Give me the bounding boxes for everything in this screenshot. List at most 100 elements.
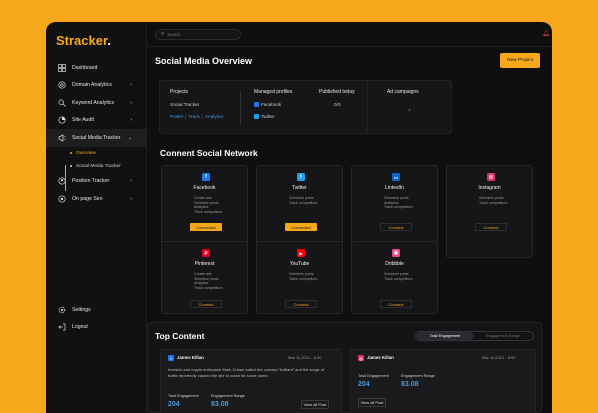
new-project-button[interactable]: New Project xyxy=(500,53,540,68)
total-engagement-value: 204 xyxy=(168,401,180,408)
sidebar-nav: Dashboard Domain Analytics › Keyword Ana… xyxy=(46,59,146,208)
facebook-icon xyxy=(254,102,259,108)
connect-button[interactable]: Connect xyxy=(380,300,412,308)
post-card: ◎ James Killan Mar 11,2021 - 6:00 Total … xyxy=(350,349,536,413)
connect-button[interactable]: Connect xyxy=(475,223,507,231)
sidebar-item-label: On page Seo xyxy=(72,195,103,202)
connected-button[interactable]: Connected xyxy=(190,223,222,231)
chevron-right-icon: › xyxy=(130,178,132,185)
card-name: Facebook xyxy=(193,185,216,191)
grid-icon xyxy=(58,63,66,72)
published-today-value: 0/0 xyxy=(334,102,341,107)
post-date: Mar 11,2021 - 6:00 xyxy=(288,355,322,360)
connect-button[interactable]: Connect xyxy=(190,300,222,308)
facebook-icon: f xyxy=(202,173,210,181)
engagement-tabs: Total Engagement Engagement Range xyxy=(414,331,534,341)
chevron-right-icon: › xyxy=(130,195,132,202)
poster-link[interactable]: Poster xyxy=(170,114,183,119)
post-body: Investor and crypto enthusiast Mark Cuba… xyxy=(168,367,325,378)
instagram-icon: ◎ xyxy=(487,173,495,181)
profile-twitter[interactable]: Twitter xyxy=(254,114,275,120)
sidebar-item-on-page-seo[interactable]: On page Seo › xyxy=(46,190,146,208)
feature-list: Schedule posts Track competitors xyxy=(289,272,317,281)
linkedin-icon: in xyxy=(392,173,400,181)
connected-button[interactable]: Connected xyxy=(285,223,317,231)
total-engagement-label: Total Engagement xyxy=(358,374,389,378)
profile-label: Twitter xyxy=(261,114,275,119)
divider xyxy=(240,91,241,125)
page-seo-icon xyxy=(58,195,66,203)
feature-list: Create ads Schedule posts Analytics Trac… xyxy=(194,196,222,214)
total-engagement-value: 204 xyxy=(358,381,370,388)
sidebar-item-logout[interactable]: Logout xyxy=(46,319,146,337)
sidebar-item-dashboard[interactable]: Dashboard xyxy=(46,59,146,77)
feature-item: Schedule posts xyxy=(289,272,314,276)
ad-campaigns-value: 7 xyxy=(408,108,411,113)
megaphone-icon xyxy=(58,134,66,142)
sidebar-item-label: Settings xyxy=(72,306,91,313)
feature-item: Schedule posts xyxy=(384,196,409,200)
post-card: f James Killan Mar 11,2021 - 6:00 Invest… xyxy=(160,349,342,413)
profile-facebook[interactable]: Facebook xyxy=(254,102,282,108)
page-title: Social Media Overview xyxy=(155,56,253,66)
subnav-indicator xyxy=(65,165,66,191)
feature-list: Schedule posts Analytics Track competito… xyxy=(384,196,412,210)
sidebar-subitem-overview[interactable]: Overview xyxy=(46,147,146,160)
main-content: ⚲ Search 🔔︎ Social Media Overview New Pr… xyxy=(147,22,552,413)
sidebar-item-label: Site Audit xyxy=(72,117,94,124)
top-content-panel: Top Content Total Engagement Engagement … xyxy=(147,322,542,413)
sidebar-item-social-media-tracker[interactable]: Social Media Tracker ⌄ xyxy=(46,129,146,147)
globe-icon xyxy=(58,81,66,89)
managed-profiles-label: Managed profiles xyxy=(254,89,293,95)
card-instagram: ◎ Instagram Schedule posts Track competi… xyxy=(446,165,533,258)
logout-icon xyxy=(58,323,66,331)
pinterest-icon: p xyxy=(202,249,210,257)
sidebar-subitem-label: Overview xyxy=(76,150,96,156)
tab-total-engagement[interactable]: Total Engagement xyxy=(416,332,474,340)
tab-engagement-range[interactable]: Engagement Range xyxy=(474,332,532,340)
sidebar-item-site-audit[interactable]: Site Audit › xyxy=(46,112,146,130)
top-content-title: Top Content xyxy=(155,331,205,341)
twitter-icon xyxy=(254,114,259,120)
sidebar-item-domain-analytics[interactable]: Domain Analytics › xyxy=(46,77,146,95)
card-name: LinkedIn xyxy=(385,185,404,191)
connect-button[interactable]: Connect xyxy=(380,223,412,231)
view-all-post-button[interactable]: View all Post xyxy=(358,398,386,407)
brand-logo[interactable]: Stracker. xyxy=(56,33,111,48)
sidebar-bottom: Settings Logout xyxy=(46,301,146,336)
top-bar: ⚲ Search xyxy=(147,22,552,47)
track-link[interactable]: Track xyxy=(188,114,199,119)
feature-item: Track competitors xyxy=(194,209,223,214)
notification-bell-icon[interactable]: 🔔︎ xyxy=(542,30,550,37)
sidebar-item-label: Social Media Tracker xyxy=(72,134,121,141)
sidebar-item-label: Logout xyxy=(72,324,88,331)
published-today-label: Published today xyxy=(319,89,355,95)
profile-label: Facebook xyxy=(261,102,282,107)
feature-item: Schedule posts xyxy=(479,196,504,200)
connect-button[interactable]: Connect xyxy=(285,300,317,308)
feature-item: Track competitors xyxy=(479,200,508,205)
sidebar-item-label: Position Tracker xyxy=(72,178,110,185)
card-name: Pinterest xyxy=(194,261,215,267)
feature-item: Schedule posts xyxy=(384,272,409,276)
search-icon: ⚲ xyxy=(161,31,165,36)
view-all-post-button[interactable]: View all Post xyxy=(301,400,329,409)
sidebar-item-keyword-analytics[interactable]: Keyword Analytics › xyxy=(46,94,146,112)
feature-item: Track competitors xyxy=(289,200,318,205)
engagement-range-value: 83.08 xyxy=(401,381,419,388)
engagement-range-label: Engagement Range xyxy=(401,374,435,378)
sidebar-item-position-tracker[interactable]: Position Tracker › xyxy=(46,173,146,191)
chevron-right-icon: › xyxy=(130,117,132,124)
project-name: Social Tracker xyxy=(170,102,200,107)
analytics-link[interactable]: Analytics xyxy=(205,114,223,119)
sidebar-item-settings[interactable]: Settings xyxy=(46,301,146,319)
post-author: James Killan xyxy=(367,355,394,360)
card-dribbble: ◉ Dribbble Schedule posts Track competit… xyxy=(351,241,438,314)
search-input[interactable]: ⚲ Search xyxy=(155,28,241,40)
youtube-icon: ▶ xyxy=(297,249,305,257)
instagram-icon: ◎ xyxy=(358,355,364,361)
chevron-right-icon: › xyxy=(130,99,132,106)
ad-campaigns-panel: Ad campaigns 7 xyxy=(367,80,452,134)
sidebar-item-label: Keyword Analytics xyxy=(72,99,115,106)
sidebar-subitem-social-media-tracker[interactable]: Social Media Tracker xyxy=(46,160,146,173)
